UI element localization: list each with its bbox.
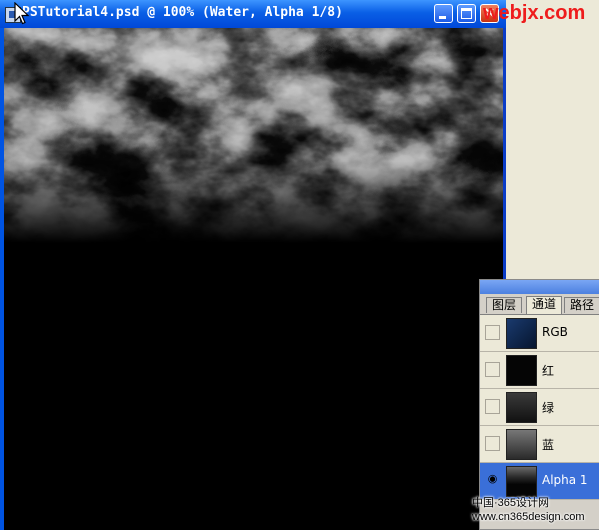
channel-thumbnail (506, 392, 537, 423)
minimize-button[interactable] (434, 4, 453, 23)
palette-tab-strip: 图层 通道 路径 (480, 294, 599, 315)
channel-label: RGB (542, 325, 568, 339)
channel-row-alpha-1[interactable]: ◉ Alpha 1 (480, 463, 599, 500)
visibility-toggle[interactable] (485, 325, 500, 340)
channel-label: 绿 (542, 401, 555, 415)
document-canvas[interactable] (4, 28, 503, 530)
tab-channels[interactable]: 通道 (526, 296, 563, 314)
visibility-toggle[interactable] (485, 362, 500, 377)
channel-row-rgb[interactable]: RGB (480, 315, 599, 352)
tab-layers[interactable]: 图层 (486, 297, 523, 313)
channel-thumbnail (506, 429, 537, 460)
channel-row-blue[interactable]: 蓝 (480, 426, 599, 463)
channels-palette: 图层 通道 路径 RGB 红 绿 蓝 ◉ Alpha 1 (479, 279, 599, 530)
channel-label: 红 (542, 364, 555, 378)
clouds-render (4, 28, 503, 530)
window-title: PSTutorial4.psd @ 100% (Water, Alpha 1/8… (22, 5, 343, 20)
channel-label: Alpha 1 (542, 473, 588, 487)
arrow-cursor-icon (14, 2, 30, 25)
channel-thumbnail (506, 318, 537, 349)
tab-paths[interactable]: 路径 (564, 297, 599, 313)
channel-row-red[interactable]: 红 (480, 352, 599, 389)
channel-label: 蓝 (542, 438, 555, 452)
channel-thumbnail (506, 466, 537, 497)
visibility-toggle[interactable] (485, 399, 500, 414)
maximize-button[interactable] (457, 4, 476, 23)
document-window: PSTutorial4.psd @ 100% (Water, Alpha 1/8… (0, 0, 506, 530)
minimize-icon (439, 16, 446, 19)
palette-header[interactable] (480, 280, 599, 294)
maximize-icon (461, 8, 472, 19)
watermark-bottom-line2: www.cn365design.com (472, 511, 585, 523)
visibility-toggle[interactable] (485, 436, 500, 451)
watermark-top: webjx.com (483, 2, 586, 24)
channel-row-green[interactable]: 绿 (480, 389, 599, 426)
eye-icon: ◉ (487, 472, 498, 485)
title-bar[interactable]: PSTutorial4.psd @ 100% (Water, Alpha 1/8… (0, 0, 506, 28)
visibility-toggle[interactable]: ◉ (485, 472, 500, 488)
channel-thumbnail (506, 355, 537, 386)
watermark-bottom: 中国·365设计网 www.cn365design.com (472, 496, 585, 524)
watermark-bottom-line1: 中国·365设计网 (472, 497, 550, 509)
